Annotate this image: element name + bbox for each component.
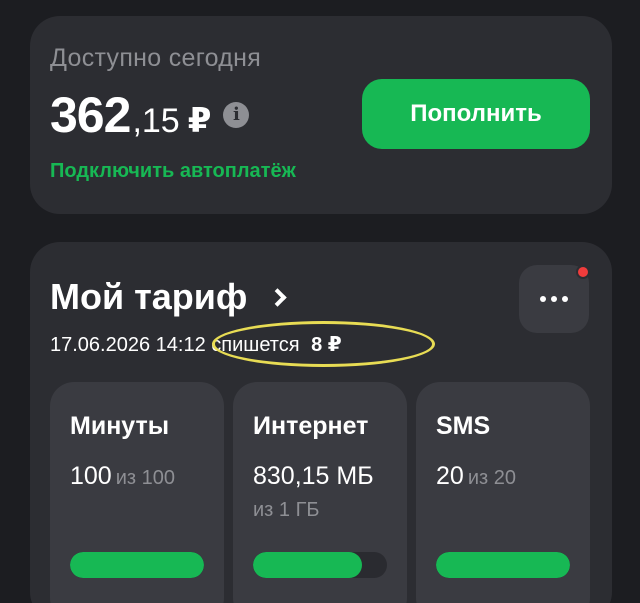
balance-card: Доступно сегодня 362 ,15 ₽ i Пополнить П… <box>30 16 612 214</box>
charge-info: 17.06.2026 14:12 спишется 8 ₽ <box>50 332 342 357</box>
topup-button[interactable]: Пополнить <box>362 79 590 149</box>
tile-title: SMS <box>436 412 491 440</box>
tile-value-of: из 100 <box>115 467 175 489</box>
tile-value-number: 100 <box>70 462 112 490</box>
tile-subvalue: из 1 ГБ <box>253 499 320 521</box>
progress-bar-fill <box>436 552 570 578</box>
currency-symbol: ₽ <box>187 102 212 140</box>
balance-amount: 362 ,15 ₽ i <box>50 86 250 144</box>
tariff-title: Мой тариф <box>50 276 248 317</box>
connect-autopay-link[interactable]: Подключить автоплатёж <box>50 160 296 183</box>
more-dots-icon <box>551 296 557 302</box>
tariff-card: Мой тариф 17.06.2026 14:12 спишется 8 ₽ … <box>30 242 612 603</box>
charge-datetime: 17.06.2026 14:12 <box>50 334 206 356</box>
tile-value: 100 из 100 <box>70 462 175 491</box>
progress-bar <box>70 552 204 578</box>
available-today-label: Доступно сегодня <box>50 44 262 72</box>
tile-value-number: 20 <box>436 462 464 490</box>
progress-bar <box>253 552 387 578</box>
more-dots-icon <box>562 296 568 302</box>
tile-title: Интернет <box>253 412 369 440</box>
tile-value: 20 из 20 <box>436 462 516 491</box>
more-dots-icon <box>540 296 546 302</box>
tile-title: Минуты <box>70 412 170 440</box>
notification-dot <box>576 265 590 279</box>
progress-bar-fill <box>253 552 362 578</box>
progress-bar <box>436 552 570 578</box>
my-tariff-link[interactable]: Мой тариф <box>50 276 288 318</box>
tile-value-number: 830,15 МБ <box>253 462 374 490</box>
info-icon[interactable]: i <box>223 102 250 128</box>
internet-tile[interactable]: Интернет 830,15 МБ из 1 ГБ <box>233 382 407 603</box>
minutes-tile[interactable]: Минуты 100 из 100 <box>50 382 224 603</box>
tile-value-of: из 20 <box>467 467 516 489</box>
balance-integer: 362 <box>50 87 131 143</box>
charge-text: спишется <box>211 334 300 356</box>
tile-value: 830,15 МБ <box>253 462 374 491</box>
sms-tile[interactable]: SMS 20 из 20 <box>416 382 590 603</box>
charge-amount: 8 ₽ <box>311 334 342 356</box>
progress-bar-fill <box>70 552 204 578</box>
balance-fraction: ,15 <box>132 102 180 140</box>
chevron-right-icon <box>268 287 288 307</box>
